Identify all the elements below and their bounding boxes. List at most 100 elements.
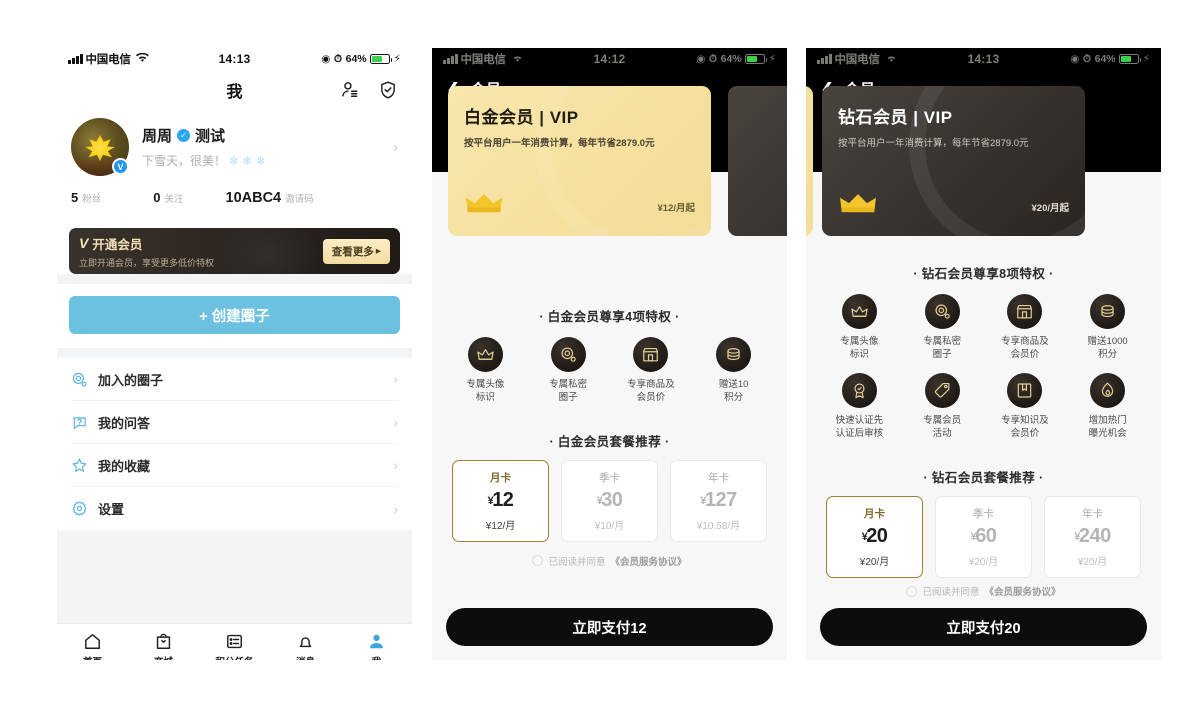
plan-option-quarterly[interactable]: 季卡 ¥30 ¥10/月 (561, 459, 658, 542)
privilege-item[interactable]: 赠送10 积分 (692, 337, 775, 405)
pay-bar: 立即支付20 (806, 598, 1161, 660)
vip-promo-banner[interactable]: V 开通会员 立即开通会员，享受更多低价特权 查看更多 ▸ (69, 228, 400, 274)
stat-following[interactable]: 0 关注 (153, 190, 183, 205)
profile-card[interactable]: V 周周 ✓ 测试 下雪天，很美！ ❄ ❄ ❄ › (57, 110, 412, 178)
privilege-item[interactable]: 专享商品及 会员价 (984, 293, 1067, 362)
plan-price: ¥30 (562, 489, 657, 512)
status-bar-left: 中国电信 (817, 51, 898, 67)
tab-label: 消息 (296, 654, 315, 661)
membership-card-platinum[interactable]: 白金会员 | VIP 按平台用户一年消费计算，每年节省2879.0元 ¥12/月… (448, 86, 711, 236)
create-circle-section: + 创建圈子 (57, 284, 412, 348)
crown-icon (840, 192, 876, 216)
chevron-right-icon[interactable]: › (393, 139, 398, 156)
pay-now-button[interactable]: 立即支付12 (446, 608, 773, 646)
tab-shop[interactable]: 商城 (128, 632, 199, 660)
screenshot-stage: 中国电信 14:13 ◉ ⏱ 64% ⚡ 我 V 周周 ✓ 测试 下雪天，很美！… (0, 0, 1200, 708)
view-more-button[interactable]: 查看更多 ▸ (322, 238, 390, 264)
agreement-checkbox[interactable] (906, 585, 918, 597)
stat-followers[interactable]: 5 粉丝 (71, 190, 101, 205)
plan-option-yearly[interactable]: 年卡 ¥240 ¥20/月 (1044, 496, 1141, 578)
battery-percent-label: 64% (720, 53, 742, 65)
membership-card-carousel[interactable]: 钻石会员 | VIP 按平台用户一年消费计算，每年节省2879.0元 ¥20/月… (806, 86, 1161, 249)
tab-label: 首页 (83, 654, 102, 661)
membership-card-peek-next[interactable] (728, 86, 787, 236)
section-gap (57, 274, 412, 284)
privileges-section-title: · 钻石会员尊享8项特权 · (913, 266, 1054, 281)
profile-header: 我 (57, 70, 412, 110)
plan-unit-price: ¥20/月 (1077, 557, 1108, 568)
sidebar-item-my-qa[interactable]: 我的问答 › (71, 401, 398, 444)
plan-option-monthly[interactable]: 月卡 ¥20 ¥20/月 (826, 496, 923, 578)
plan-name: 年卡 (1082, 508, 1103, 520)
privilege-item[interactable]: 增加热门 曝光机会 (1066, 373, 1149, 441)
plan-unit-price: ¥20/月 (968, 557, 999, 568)
membership-card-peek-prev[interactable] (806, 86, 813, 236)
sidebar-item-my-favorites[interactable]: 我的收藏 › (71, 444, 398, 487)
privilege-label: 专属头像 标识 (466, 379, 505, 403)
plan-option-quarterly[interactable]: 季卡 ¥60 ¥20/月 (935, 496, 1032, 578)
privilege-item[interactable]: 专属头像 标识 (444, 337, 527, 405)
create-circle-button[interactable]: + 创建圈子 (69, 296, 400, 334)
membership-card-diamond[interactable]: 钻石会员 | VIP 按平台用户一年消费计算，每年节省2879.0元 ¥20/月… (822, 86, 1085, 236)
plan-price-value: 127 (704, 488, 737, 511)
avatar[interactable]: V (71, 118, 129, 176)
carrier-label: 中国电信 (85, 54, 131, 66)
plan-option-monthly[interactable]: 月卡 ¥12 ¥12/月 (452, 459, 549, 542)
circle-group-icon (550, 337, 586, 372)
privilege-item[interactable]: 专属私密 圈子 (527, 337, 610, 405)
plan-price-value: 60 (975, 525, 997, 547)
pay-now-button[interactable]: 立即支付20 (820, 608, 1147, 646)
plan-unit-price: ¥10.58/月 (696, 520, 741, 532)
tab-points-tasks[interactable]: 积分任务 (199, 632, 270, 660)
phone-screen-platinum-vip: 中国电信 14:12 ◉ ⏱ 64% ⚡ ❮ 会员 (432, 48, 787, 660)
verified-check-icon: ✓ (177, 129, 191, 142)
privilege-item[interactable]: 专属会员 活动 (901, 373, 984, 441)
card-title: 钻石会员 | VIP (838, 108, 953, 127)
privilege-label: 专属头像 标识 (840, 335, 879, 360)
shield-check-icon[interactable] (378, 80, 398, 100)
tab-home[interactable]: 首页 (57, 632, 128, 661)
privilege-item[interactable]: 专属头像 标识 (818, 293, 901, 362)
status-bar-left: 中国电信 (443, 51, 524, 67)
sidebar-item-joined-circles[interactable]: 加入的圈子 › (71, 358, 398, 401)
plan-price: ¥240 (1045, 525, 1140, 548)
chevron-right-icon: › (393, 414, 398, 430)
tab-me[interactable]: 我 (341, 632, 412, 660)
plan-price: ¥12 (453, 489, 548, 512)
agreement-row[interactable]: 已阅读并同意 《会员服务协议》 (432, 554, 787, 568)
tab-messages[interactable]: 消息 (270, 632, 341, 661)
privilege-item[interactable]: 专享知识及 会员价 (984, 373, 1067, 441)
vip-v-logo-icon: V (79, 235, 88, 251)
agreement-link[interactable]: 《会员服务协议》 (611, 554, 687, 568)
header-actions (340, 80, 398, 100)
pay-bar: 立即支付12 (432, 598, 787, 660)
privilege-label: 快速认证先 认证后审核 (835, 415, 884, 440)
plan-option-yearly[interactable]: 年卡 ¥127 ¥10.58/月 (670, 459, 767, 542)
membership-card-carousel[interactable]: 白金会员 | VIP 按平台用户一年消费计算，每年节省2879.0元 ¥12/月… (432, 86, 787, 292)
vip-promo-title-row: V 开通会员 (79, 234, 214, 253)
profile-description-row: 下雪天，很美！ ❄ ❄ ❄ (142, 152, 385, 169)
card-price-label: ¥12/月起 (657, 203, 696, 214)
stat-value: 10ABC4 (225, 190, 282, 206)
stat-invite-code[interactable]: 10ABC4 邀请码 (226, 190, 314, 206)
gear-icon (71, 500, 88, 517)
alarm-icon: ⏱ (1082, 52, 1092, 65)
privilege-item[interactable]: 专享商品及 会员价 (610, 337, 693, 405)
crown-icon (467, 337, 503, 372)
chevron-right-icon: › (393, 371, 398, 387)
sidebar-item-settings[interactable]: 设置 › (71, 487, 398, 530)
status-bar-left: 中国电信 (68, 51, 149, 67)
agreement-checkbox[interactable] (532, 555, 544, 567)
plan-name: 年卡 (708, 471, 729, 484)
home-icon (83, 632, 102, 651)
privilege-item[interactable]: 专属私密 圈子 (901, 293, 984, 362)
verified-badge-icon: V (112, 158, 129, 175)
user-search-icon[interactable] (340, 80, 360, 100)
privilege-item[interactable]: 赠送1000 积分 (1066, 293, 1149, 362)
battery-icon (745, 54, 768, 64)
agreement-link[interactable]: 《会员服务协议》 (985, 584, 1061, 598)
plan-name: 月卡 (864, 508, 885, 520)
privilege-item[interactable]: 快速认证先 认证后审核 (818, 373, 901, 441)
agreement-row[interactable]: 已阅读并同意 《会员服务协议》 (806, 584, 1161, 598)
location-icon: ◉ (696, 53, 706, 65)
